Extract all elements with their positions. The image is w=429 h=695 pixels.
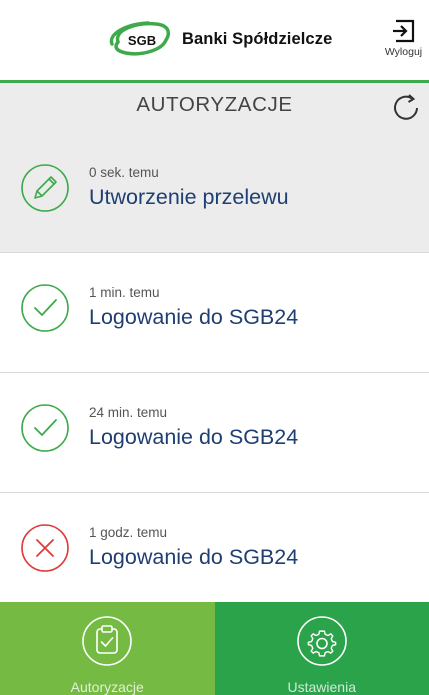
authorization-title: Utworzenie przelewu bbox=[89, 185, 289, 209]
page-title: AUTORYZACJE bbox=[136, 93, 293, 116]
logout-icon bbox=[392, 19, 414, 43]
sgb-logo-mark-text: SGB bbox=[128, 33, 156, 48]
authorization-item[interactable]: 1 min. temu Logowanie do SGB24 bbox=[0, 253, 429, 373]
authorization-title: Logowanie do SGB24 bbox=[89, 545, 299, 569]
tab-ustawienia[interactable]: Ustawienia bbox=[214, 602, 429, 695]
authorization-list: 0 sek. temu Utworzenie przelewu 1 min. t… bbox=[0, 133, 429, 613]
authorization-title: Logowanie do SGB24 bbox=[89, 305, 299, 329]
cross-icon bbox=[21, 524, 69, 572]
sgb-logo-mark: SGB bbox=[109, 21, 170, 56]
logout-button[interactable]: Wyloguj bbox=[378, 18, 429, 70]
refresh-icon[interactable] bbox=[389, 91, 423, 125]
clipboard-check-icon bbox=[82, 616, 133, 666]
logout-label: Wyloguj bbox=[384, 46, 423, 58]
authorization-time: 1 godz. temu bbox=[89, 525, 168, 540]
tab-ustawienia-label: Ustawienia bbox=[287, 679, 356, 695]
authorization-time: 24 min. temu bbox=[89, 405, 168, 420]
tab-autoryzacje[interactable]: Autoryzacje bbox=[0, 602, 215, 695]
authorization-item[interactable]: 1 godz. temu Logowanie do SGB24 bbox=[0, 493, 429, 613]
authorization-title: Logowanie do SGB24 bbox=[89, 425, 299, 449]
gear-icon bbox=[296, 616, 347, 666]
authorization-item[interactable]: 0 sek. temu Utworzenie przelewu bbox=[0, 133, 429, 253]
authorization-item[interactable]: 24 min. temu Logowanie do SGB24 bbox=[0, 373, 429, 493]
check-icon bbox=[21, 284, 69, 332]
tab-autoryzacje-label: Autoryzacje bbox=[70, 679, 144, 695]
title-bar: AUTORYZACJE bbox=[0, 83, 429, 133]
pencil-icon bbox=[21, 164, 69, 212]
bottom-navigation: Autoryzacje Ustawienia bbox=[0, 602, 429, 695]
authorization-time: 1 min. temu bbox=[89, 285, 160, 300]
sgb-logo: SGB Banki Spółdzielcze bbox=[108, 20, 332, 58]
authorization-time: 0 sek. temu bbox=[89, 165, 159, 180]
app-header: SGB Banki Spółdzielcze Wyloguj bbox=[0, 0, 429, 82]
logo-text: Banki Spółdzielcze bbox=[182, 29, 333, 48]
check-icon bbox=[21, 404, 69, 452]
